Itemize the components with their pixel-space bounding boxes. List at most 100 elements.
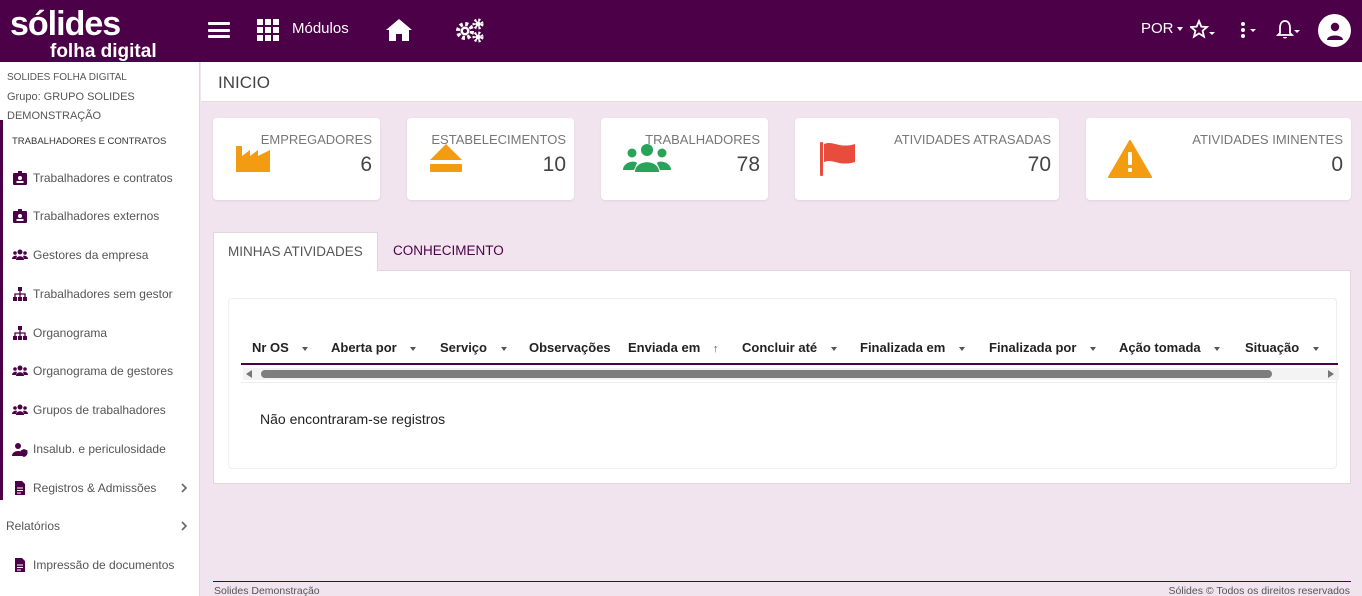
chevron-down-icon — [500, 346, 507, 351]
chevron-down-icon — [1312, 346, 1319, 351]
top-navbar: sólides folha digital Módulos POR — [0, 0, 1362, 62]
sidebar-item-organograma-gestores[interactable]: Organograma de gestores — [0, 357, 199, 385]
sidebar-item-impressao-documentos[interactable]: Impressão de documentos — [0, 551, 199, 579]
page-header: INICIO — [201, 62, 1362, 102]
sidebar-item-organograma[interactable]: Organograma — [0, 319, 199, 347]
sidebar-item-label: Trabalhadores e contratos — [33, 171, 173, 185]
col-observacoes[interactable]: Observações — [529, 340, 611, 355]
card-label: ESTABELECIMENTOS — [431, 132, 566, 147]
star-icon[interactable] — [1190, 19, 1216, 41]
card-label: EMPREGADORES — [260, 132, 372, 147]
card-estabelecimentos[interactable]: ESTABELECIMENTOS 10 — [407, 118, 574, 200]
divider — [241, 382, 1338, 383]
sidebar-item-trabalhadores-contratos[interactable]: Trabalhadores e contratos — [0, 164, 199, 192]
col-servico[interactable]: Serviço — [440, 340, 507, 355]
table-header: Nr OS Aberta por Serviço Observações Env… — [241, 336, 1338, 365]
gears-icon[interactable] — [454, 16, 486, 44]
scrollbar-thumb[interactable] — [261, 370, 1272, 378]
column-label: Finalizada por — [989, 340, 1077, 355]
chevron-down-icon — [830, 346, 837, 351]
chevron-down-icon — [1176, 27, 1183, 32]
logo[interactable]: sólides folha digital — [10, 5, 160, 62]
card-label: ATIVIDADES IMINENTES — [1192, 132, 1343, 147]
chevron-down-icon — [302, 346, 309, 351]
sidebar-company: SOLIDES FOLHA DIGITAL — [7, 72, 127, 83]
chevron-right-icon — [181, 483, 188, 493]
id-badge-icon — [12, 208, 28, 224]
sidebar-item-registros-admissoes[interactable]: Registros & Admissões — [0, 474, 199, 502]
chevron-down-icon — [1090, 346, 1097, 351]
sidebar-item-gestores-empresa[interactable]: Gestores da empresa — [0, 241, 199, 269]
modules-link[interactable]: Módulos — [292, 20, 349, 37]
sidebar-item-label: Trabalhadores sem gestor — [33, 287, 173, 301]
scroll-right-arrow-icon[interactable] — [1328, 370, 1334, 378]
footer-right-text: Sólides © Todos os direitos reservados — [1168, 585, 1350, 596]
grid-icon[interactable] — [257, 19, 279, 41]
sidebar-item-label: Registros & Admissões — [33, 481, 157, 495]
sort-up-icon: ↑ — [712, 343, 719, 355]
col-concluir-ate[interactable]: Concluir até — [742, 340, 837, 355]
user-shield-icon — [12, 441, 28, 457]
card-atividades-atrasadas[interactable]: ATIVIDADES ATRASADAS 70 — [795, 118, 1059, 200]
scroll-left-arrow-icon[interactable] — [246, 370, 252, 378]
card-atividades-iminentes[interactable]: ATIVIDADES IMINENTES 0 — [1086, 118, 1351, 200]
chevron-down-icon — [1214, 346, 1221, 351]
users-icon — [12, 247, 28, 263]
card-value: 0 — [1331, 153, 1343, 176]
sidebar-item-trabalhadores-externos[interactable]: Trabalhadores externos — [0, 202, 199, 230]
sidebar-group: Grupo: GRUPO SOLIDES DEMONSTRAÇÃO — [7, 91, 135, 122]
column-label: Nr OS — [252, 340, 289, 355]
column-label: Finalizada em — [860, 340, 946, 355]
id-badge-icon — [12, 170, 28, 186]
sidebar-item-label: Grupos de trabalhadores — [33, 403, 166, 417]
card-trabalhadores[interactable]: TRABALHADORES 78 — [601, 118, 768, 200]
tab-conhecimento[interactable]: CONHECIMENTO — [379, 232, 518, 271]
card-label: TRABALHADORES — [645, 132, 760, 147]
activities-table: Nr OS Aberta por Serviço Observações Env… — [228, 298, 1339, 469]
sitemap-icon — [12, 325, 28, 341]
card-value: 78 — [736, 153, 760, 176]
column-label: Situação — [1245, 340, 1300, 355]
card-empregadores[interactable]: EMPREGADORES 6 — [213, 118, 380, 200]
column-label: Aberta por — [331, 340, 397, 355]
users-icon — [12, 363, 28, 379]
logo-sub-text: folha digital — [50, 41, 157, 62]
page-title: INICIO — [218, 73, 270, 92]
sidebar-item-trabalhadores-sem-gestor[interactable]: Trabalhadores sem gestor — [0, 280, 199, 308]
bell-icon[interactable] — [1276, 18, 1300, 42]
tab-minhas-atividades[interactable]: MINHAS ATIVIDADES — [213, 232, 378, 271]
sidebar-item-insalubridade[interactable]: Insalub. e periculosidade — [0, 435, 199, 463]
col-nr-os[interactable]: Nr OS — [252, 340, 309, 355]
sidebar-item-label: Organograma — [33, 326, 108, 340]
sidebar-section-title: TRABALHADORES E CONTRATOS — [12, 136, 167, 147]
footer-left-text: Solides Demonstração — [214, 585, 320, 596]
language-selector[interactable]: POR — [1141, 20, 1183, 37]
col-acao-tomada[interactable]: Ação tomada — [1119, 340, 1221, 355]
card-value: 10 — [542, 153, 566, 176]
users-icon — [12, 402, 28, 418]
user-avatar[interactable] — [1318, 14, 1351, 47]
column-label: Enviada em — [628, 340, 701, 355]
language-label: POR — [1141, 20, 1174, 37]
card-label: ATIVIDADES ATRASADAS — [893, 132, 1051, 147]
sidebar-item-relatorios[interactable]: Relatórios — [0, 512, 199, 540]
sidebar-item-label: Organograma de gestores — [33, 364, 174, 378]
col-situacao[interactable]: Situação — [1245, 340, 1319, 355]
col-aberta-por[interactable]: Aberta por — [331, 340, 417, 355]
column-label: Observações — [529, 340, 611, 355]
hamburger-icon[interactable] — [208, 22, 230, 38]
empty-table-message: Não encontraram-se registros — [260, 411, 446, 427]
column-label: Ação tomada — [1119, 340, 1201, 355]
tab-panel: Nr OS Aberta por Serviço Observações Env… — [213, 270, 1351, 484]
col-enviada-em[interactable]: Enviada em ↑ — [628, 340, 718, 355]
warning-icon — [1108, 140, 1152, 178]
home-icon[interactable] — [385, 17, 413, 43]
sidebar-item-grupos-trabalhadores[interactable]: Grupos de trabalhadores — [0, 396, 199, 424]
logo-main-text: sólides — [10, 5, 121, 43]
horizontal-scrollbar[interactable] — [243, 368, 1339, 380]
dots-icon[interactable] — [1238, 19, 1258, 41]
col-finalizada-em[interactable]: Finalizada em — [860, 340, 965, 355]
chevron-right-icon — [181, 521, 188, 531]
sitemap-icon — [12, 286, 28, 302]
col-finalizada-por[interactable]: Finalizada por — [989, 340, 1097, 355]
